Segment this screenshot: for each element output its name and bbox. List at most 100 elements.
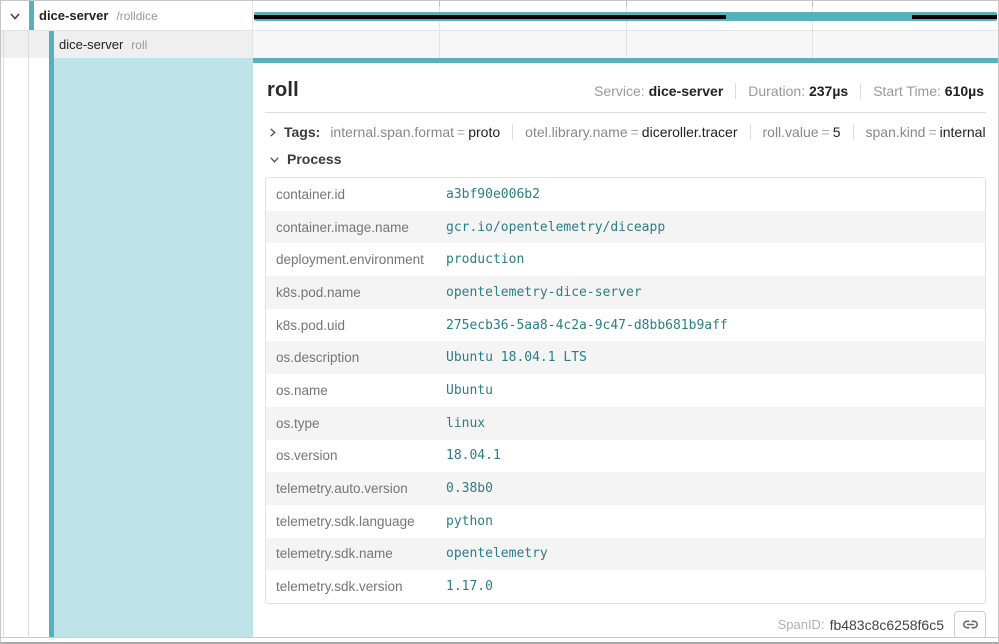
- service-name[interactable]: dice-server: [59, 37, 123, 52]
- kv-value: Ubuntu: [446, 383, 985, 398]
- kv-row: os.nameUbuntu: [266, 374, 985, 407]
- tag-item: roll.value=5: [750, 124, 841, 140]
- kv-row: k8s.pod.uid275ecb36-5aa8-4c2a-9c47-d8bb6…: [266, 309, 985, 342]
- equals-sign: =: [454, 124, 468, 140]
- span-row-roll-selected[interactable]: dice-server roll 237µs: [1, 31, 998, 58]
- spanid-value: fb483c8c6258f6c5: [830, 617, 944, 633]
- span-tree-rail: [1, 58, 253, 637]
- span-title: roll: [267, 79, 299, 102]
- kv-row: os.typelinux: [266, 407, 985, 440]
- kv-value: opentelemetry-dice-server: [446, 285, 985, 300]
- selected-span-highlight: [54, 58, 253, 637]
- kv-value: production: [446, 252, 985, 267]
- chevron-down-icon: [267, 152, 281, 166]
- kv-key: telemetry.sdk.language: [266, 514, 446, 529]
- kv-value: a3bf90e006b2: [446, 187, 985, 202]
- kv-row: telemetry.sdk.nameopentelemetry: [266, 538, 985, 571]
- kv-value: 18.04.1: [446, 448, 985, 463]
- process-heading: Process: [287, 151, 341, 167]
- kv-value: linux: [446, 416, 985, 431]
- meta-start-time: Start Time: 610µs: [860, 83, 984, 99]
- meta-label: Start Time:: [873, 83, 941, 99]
- kv-key: container.image.name: [266, 220, 446, 235]
- kv-value: 1.17.0: [446, 579, 985, 594]
- equals-sign: =: [819, 124, 833, 140]
- link-icon: [962, 616, 979, 633]
- span-detail-footer: SpanID: fb483c8c6258f6c5: [263, 604, 988, 637]
- kv-row: os.version18.04.1: [266, 440, 985, 473]
- equals-sign: =: [628, 124, 642, 140]
- chevron-right-icon: [267, 125, 278, 139]
- span-name-cell[interactable]: dice-server roll: [1, 31, 253, 58]
- kv-key: os.type: [266, 416, 446, 431]
- operation-name: roll: [131, 38, 147, 52]
- spanid-label: SpanID:: [778, 617, 825, 632]
- meta-duration: Duration: 237µs: [735, 83, 848, 99]
- kv-value: 275ecb36-5aa8-4c2a-9c47-d8bb681b9aff: [446, 318, 985, 333]
- kv-key: k8s.pod.uid: [266, 318, 446, 333]
- timeline-cell: [253, 1, 998, 30]
- meta-value: dice-server: [649, 83, 724, 99]
- indent-guide: [3, 31, 4, 58]
- kv-value: opentelemetry: [446, 546, 985, 561]
- kv-row: container.image.namegcr.io/opentelemetry…: [266, 211, 985, 244]
- parent-span-duration-bar[interactable]: [254, 12, 997, 21]
- kv-key: os.version: [266, 448, 446, 463]
- chevron-down-icon: [9, 10, 21, 22]
- equals-sign: =: [925, 124, 939, 140]
- tag-key: otel.library.name: [525, 124, 627, 140]
- span-detail-card: roll Service: dice-server Duration: 237µ…: [253, 58, 998, 637]
- timeline-gridline: [626, 31, 627, 58]
- operation-name: /rolldice: [116, 9, 157, 23]
- span-color-bar: [49, 58, 54, 637]
- process-kv-table: container.ida3bf90e006b2 container.image…: [265, 177, 986, 604]
- kv-row: telemetry.auto.version0.38b0: [266, 472, 985, 505]
- kv-key: os.description: [266, 350, 446, 365]
- kv-row: k8s.pod.nameopentelemetry-dice-server: [266, 276, 985, 309]
- process-accordian-toggle[interactable]: Process: [263, 140, 988, 167]
- meta-value: 237µs: [809, 83, 848, 99]
- kv-key: container.id: [266, 187, 446, 202]
- tags-heading: Tags:: [284, 124, 320, 140]
- tag-summary-list: internal.span.format=proto otel.library.…: [330, 124, 985, 140]
- tag-item: span.kind=internal: [853, 124, 986, 140]
- meta-value: 610µs: [945, 83, 984, 99]
- meta-service: Service: dice-server: [594, 83, 723, 99]
- tag-value: internal: [940, 124, 986, 140]
- indent-guide: [28, 58, 29, 637]
- kv-key: telemetry.sdk.name: [266, 546, 446, 561]
- span-detail-header: roll Service: dice-server Duration: 237µ…: [263, 63, 988, 112]
- kv-key: telemetry.auto.version: [266, 481, 446, 496]
- tag-value: diceroller.tracer: [642, 124, 738, 140]
- kv-value: python: [446, 514, 985, 529]
- service-name[interactable]: dice-server: [39, 8, 108, 23]
- kv-key: k8s.pod.name: [266, 285, 446, 300]
- timeline-gridline: [439, 31, 440, 58]
- kv-value: Ubuntu 18.04.1 LTS: [446, 350, 985, 365]
- tags-accordian-toggle[interactable]: Tags: internal.span.format=proto otel.li…: [263, 113, 988, 140]
- span-row-rolldice[interactable]: dice-server /rolldice: [1, 1, 998, 31]
- kv-value: 0.38b0: [446, 481, 985, 496]
- kv-row: container.ida3bf90e006b2: [266, 178, 985, 211]
- kv-key: os.name: [266, 383, 446, 398]
- jaeger-span-detail-view: dice-server /rolldice dice-server roll: [0, 0, 999, 644]
- kv-value: gcr.io/opentelemetry/diceapp: [446, 220, 985, 235]
- span-color-bar: [29, 1, 34, 30]
- span-meta-list: Service: dice-server Duration: 237µs Sta…: [594, 83, 984, 99]
- span-detail-area: roll Service: dice-server Duration: 237µ…: [1, 58, 998, 642]
- collapse-children-chevron-icon[interactable]: [8, 9, 22, 23]
- kv-key: deployment.environment: [266, 252, 446, 267]
- kv-key: telemetry.sdk.version: [266, 579, 446, 594]
- kv-row: os.descriptionUbuntu 18.04.1 LTS: [266, 341, 985, 374]
- copy-link-button[interactable]: [954, 611, 986, 637]
- timeline-cell: 237µs: [253, 31, 998, 58]
- span-name-cell[interactable]: dice-server /rolldice: [1, 1, 253, 30]
- kv-row: telemetry.sdk.languagepython: [266, 505, 985, 538]
- tag-key: internal.span.format: [330, 124, 454, 140]
- tag-item: otel.library.name=diceroller.tracer: [512, 124, 737, 140]
- span-color-bar: [49, 31, 54, 58]
- tag-item: internal.span.format=proto: [330, 124, 500, 140]
- timeline-gridline: [812, 31, 813, 58]
- tag-key: span.kind: [866, 124, 926, 140]
- tag-key: roll.value: [763, 124, 819, 140]
